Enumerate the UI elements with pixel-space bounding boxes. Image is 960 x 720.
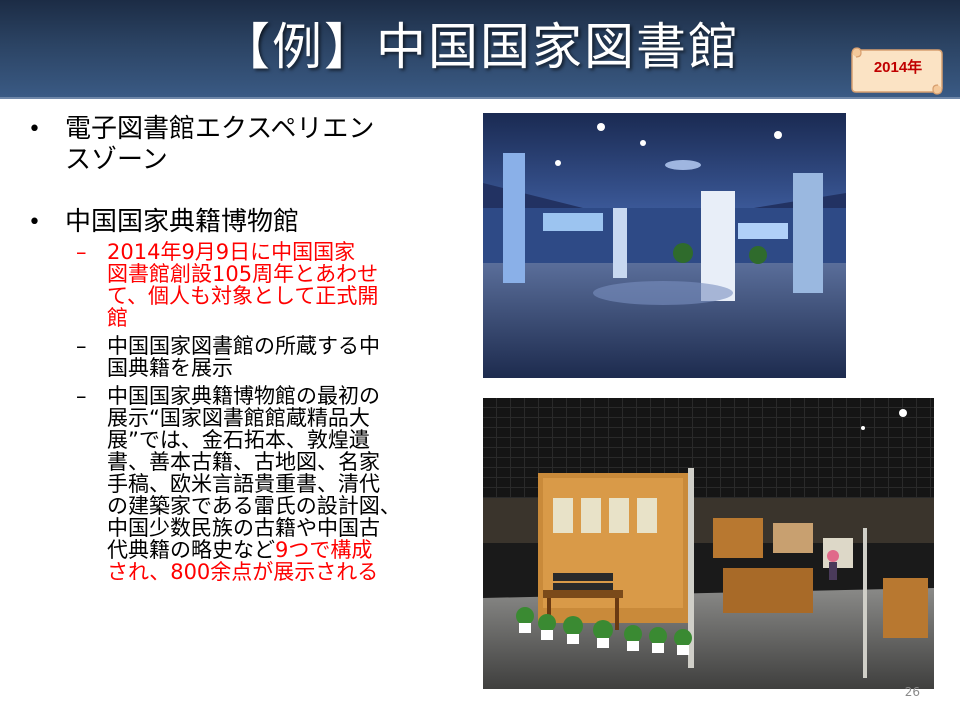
sub-text-line: て、個人も対象として正式開 xyxy=(107,284,379,308)
sub-text-line: 中国国家図書館の所蔵する中 xyxy=(107,334,380,358)
title-bar: 【例】中国国家図書館 xyxy=(0,0,960,99)
sub-text-line: 2014年9月9日に中国国家 xyxy=(107,240,356,264)
slide-body: • 電子図書館エクスペリエン スゾーン • 中国国家典籍博物館 – 2014年9… xyxy=(28,114,473,583)
library-experience-zone-photo xyxy=(483,113,846,378)
bullet-text-line: 電子図書館エクスペリエン xyxy=(65,114,375,144)
bullet-text-line: 中国国家典籍博物館 xyxy=(65,207,300,237)
bullet-dot-icon: • xyxy=(28,117,41,142)
sub-text-line: 手稿、欧米言語貴重書、清代 xyxy=(107,472,380,496)
sub-text-line: 国典籍を展示 xyxy=(107,356,233,380)
dash-icon: – xyxy=(76,334,87,358)
sub-text-black: 代典籍の略史など xyxy=(107,538,275,562)
bullet-text-line: スゾーン xyxy=(65,145,168,175)
experience-zone-photo xyxy=(483,113,846,378)
classics-museum-exhibition-photo xyxy=(483,398,934,689)
page-number: 26 xyxy=(904,685,920,699)
sub-text-red: 9つで構成 xyxy=(275,538,373,562)
sub-item-collection: – 中国国家図書館の所蔵する中 国典籍を展示 xyxy=(28,335,473,379)
sub-text-line: 館 xyxy=(107,306,128,330)
sub-text-line: 図書館創設105周年とあわせ xyxy=(107,262,379,286)
bullet-experience-zone: • 電子図書館エクスペリエン スゾーン xyxy=(28,114,473,176)
sub-text-line: 中国国家典籍博物館の最初の xyxy=(107,384,380,408)
year-badge: 2014年 xyxy=(848,44,948,96)
bullet-dot-icon: • xyxy=(28,210,41,235)
sub-text-line: され、800余点が展示される xyxy=(107,560,379,584)
museum-exhibition-photo xyxy=(483,398,934,689)
sub-text-line: 書、善本古籍、古地図、名家 xyxy=(107,450,380,474)
sub-text-line: の建築家である雷氏の設計図、 xyxy=(107,494,401,518)
sub-text-line: 展”では、金石拓本、敦煌遺 xyxy=(107,428,370,452)
sub-item-opening: – 2014年9月9日に中国国家 図書館創設105周年とあわせ て、個人も対象と… xyxy=(28,241,473,329)
dash-icon: – xyxy=(76,240,87,264)
badge-label: 2014年 xyxy=(873,59,923,76)
sub-text-line: 中国少数民族の古籍や中国古 xyxy=(107,516,380,540)
bullet-classics-museum: • 中国国家典籍博物館 xyxy=(28,207,473,238)
sub-item-first-exhibition: – 中国国家典籍博物館の最初の 展示“国家図書館館蔵精品大 展”では、金石拓本、… xyxy=(28,385,473,583)
sub-text-line: 代典籍の略史など9つで構成 xyxy=(107,539,473,561)
sub-text-line: 展示“国家図書館館蔵精品大 xyxy=(107,406,370,430)
slide-title: 【例】中国国家図書館 xyxy=(220,18,740,76)
dash-icon: – xyxy=(76,384,87,408)
